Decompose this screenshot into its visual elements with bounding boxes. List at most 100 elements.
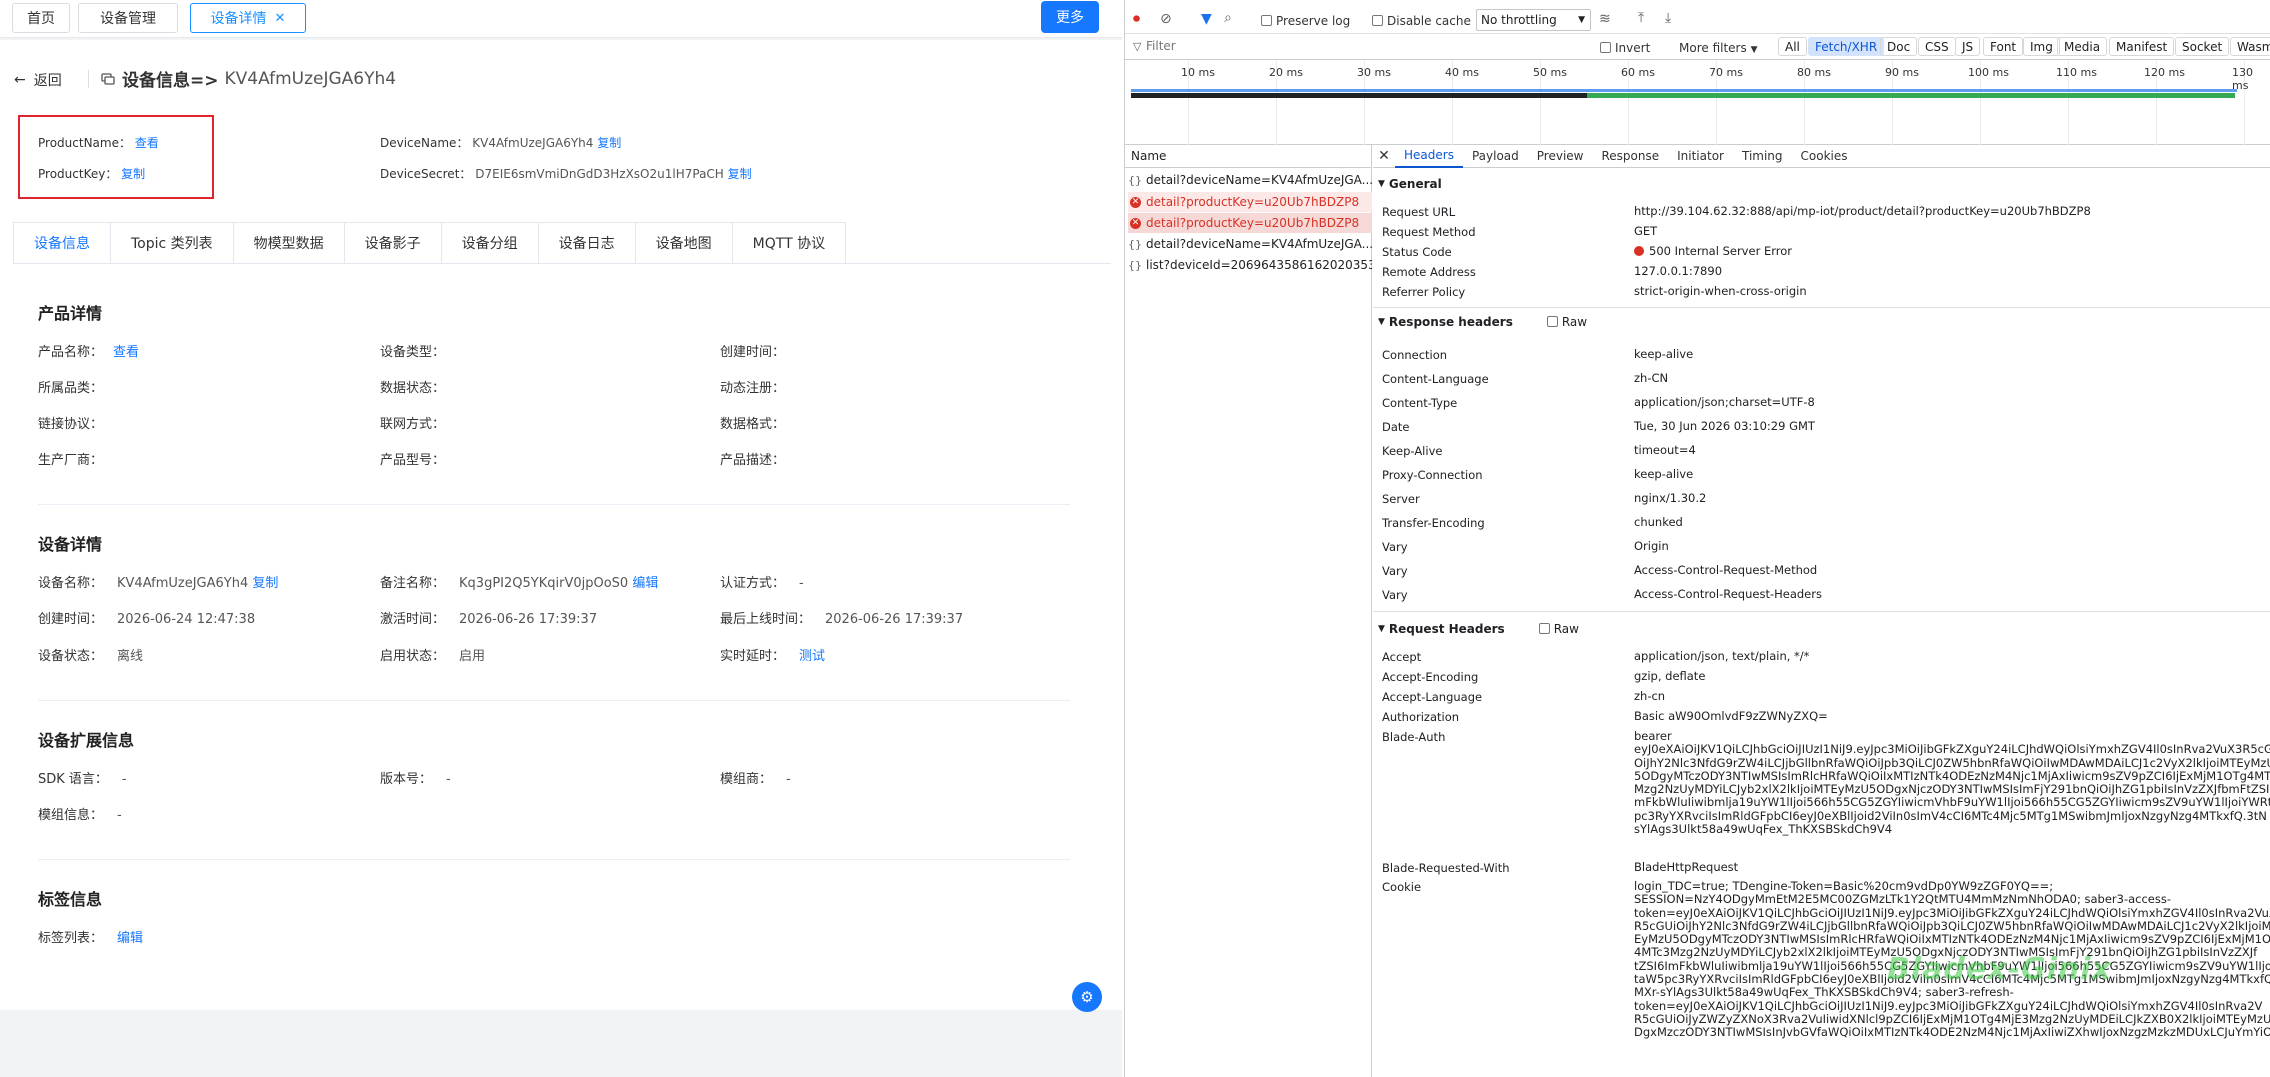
tag-device-management[interactable]: 设备管理	[78, 3, 178, 33]
wifi-settings-icon[interactable]: ≋	[1599, 11, 1611, 27]
status-code-value: 500 Internal Server Error	[1634, 244, 1792, 258]
checkbox[interactable]	[1372, 15, 1383, 26]
type-filter-socket[interactable]: Socket	[2175, 37, 2230, 56]
invert-checkbox[interactable]: Invert	[1600, 41, 1650, 55]
checkbox[interactable]	[1600, 42, 1611, 53]
alias-edit-link[interactable]: 编辑	[632, 576, 658, 591]
raw-checkbox[interactable]: Raw	[1546, 315, 1587, 329]
raw-checkbox[interactable]: Raw	[1538, 622, 1579, 636]
cookie-line: login_TDC=true; TDengine-Token=Basic%20c…	[1634, 879, 2054, 893]
tick-label: 110 ms	[2056, 66, 2097, 79]
device-name-copy-link[interactable]: 复制	[597, 136, 621, 150]
request-headers-toggle[interactable]: ▼ Request Headers Raw	[1378, 622, 1579, 636]
title-prefix: 设备信息=>	[122, 71, 219, 91]
download-icon[interactable]: ⤓	[1665, 10, 1671, 26]
header-value: application/json;charset=UTF-8	[1634, 395, 1815, 409]
tab-response[interactable]: Response	[1592, 144, 1668, 168]
general-section-toggle[interactable]: ▼ General	[1378, 177, 1442, 191]
tag-label: 设备详情	[210, 11, 267, 27]
more-button[interactable]: 更多	[1041, 1, 1099, 33]
field-module-info: 模组信息： -	[38, 804, 122, 823]
tab-cookies[interactable]: Cookies	[1792, 144, 1857, 168]
type-filter-all[interactable]: All	[1778, 37, 1807, 56]
field-value: 启用	[459, 649, 486, 664]
tick-label: 20 ms	[1269, 66, 1303, 79]
search-icon[interactable]: ⌕	[1224, 10, 1232, 26]
request-list	[1125, 168, 1372, 1077]
back-label: 返回	[33, 73, 62, 89]
name-column-header[interactable]: Name	[1125, 144, 1372, 168]
type-filter-wasm[interactable]: Wasm	[2230, 37, 2270, 56]
tab-device-shadow[interactable]: 设备影子	[344, 222, 442, 264]
product-view-link[interactable]: 查看	[113, 345, 139, 360]
tab-device-info[interactable]: 设备信息	[13, 222, 111, 264]
type-filter-img[interactable]: Img	[2023, 37, 2060, 56]
product-name-view-link[interactable]: 查看	[135, 136, 159, 150]
type-filter-fetch-xhr[interactable]: Fetch/XHR	[1808, 37, 1885, 56]
cookie-line: token=eyJ0eXAiOiJKV1QiLCJhbGciOiJIUzI1Ni…	[1634, 905, 2270, 920]
tab-timing[interactable]: Timing	[1733, 144, 1792, 168]
field-label: 创建时间：	[38, 612, 104, 627]
clear-icon[interactable]: ⊘	[1160, 11, 1172, 27]
type-filter-manifest[interactable]: Manifest	[2109, 37, 2175, 56]
throttling-select[interactable]: No throttling ▼	[1476, 9, 1591, 31]
close-icon[interactable]: ✕	[1373, 144, 1395, 168]
request-row[interactable]: {} list?deviceId=2069643586162020353	[1128, 255, 1372, 275]
record-icon[interactable]: ⏺	[1133, 11, 1140, 27]
field-product-desc: 产品描述：	[720, 453, 786, 468]
type-filter-css[interactable]: CSS	[1918, 37, 1956, 56]
product-key-row: ProductKey： 复制	[38, 165, 145, 182]
field-sdk-language: SDK 语言： -	[38, 768, 127, 787]
checkbox[interactable]	[1261, 15, 1272, 26]
device-name-copy-link[interactable]: 复制	[252, 576, 278, 591]
tab-topic-list[interactable]: Topic 类列表	[111, 222, 234, 264]
filter-icon[interactable]: ▼	[1201, 11, 1212, 27]
tab-payload[interactable]: Payload	[1463, 144, 1528, 168]
header-value: strict-origin-when-cross-origin	[1634, 284, 1807, 298]
response-headers-toggle[interactable]: ▼ Response headers Raw	[1378, 315, 1587, 329]
tab-device-group[interactable]: 设备分组	[441, 222, 539, 264]
field-label: 激活时间：	[380, 612, 446, 627]
type-filter-doc[interactable]: Doc	[1880, 37, 1918, 56]
request-row[interactable]: {} detail?deviceName=KV4AfmUzeJGA...	[1128, 170, 1372, 190]
tab-preview[interactable]: Preview	[1528, 144, 1593, 168]
disable-cache-checkbox[interactable]: Disable cache	[1372, 14, 1471, 28]
tab-device-log[interactable]: 设备日志	[538, 222, 636, 264]
tag-home[interactable]: 首页	[12, 3, 70, 33]
header-value: zh-cn	[1634, 689, 1666, 703]
settings-fab[interactable]: ⚙	[1072, 982, 1102, 1012]
tab-device-map[interactable]: 设备地图	[635, 222, 733, 264]
header-value: Access-Control-Request-Headers	[1634, 587, 1822, 601]
type-filter-js[interactable]: JS	[1955, 37, 1981, 56]
field-value: Kq3gPI2Q5YKqirV0jpOoS0	[459, 576, 629, 591]
request-row-selected[interactable]: ✕ detail?productKey=u20Ub7hBDZP8	[1128, 213, 1372, 233]
tab-initiator[interactable]: Initiator	[1668, 144, 1733, 168]
type-filter-media[interactable]: Media	[2057, 37, 2108, 56]
device-secret-copy-link[interactable]: 复制	[728, 167, 752, 181]
checkbox[interactable]	[1538, 623, 1550, 634]
tag-device-detail[interactable]: 设备详情 ✕	[190, 3, 306, 33]
field-label: 认证方式：	[720, 576, 786, 591]
header-key: Connection	[1382, 348, 1448, 362]
preserve-log-checkbox[interactable]: Preserve log	[1261, 14, 1350, 28]
type-filter-font[interactable]: Font	[1983, 37, 2024, 56]
field-data-format: 数据格式：	[720, 417, 786, 432]
product-key-copy-link[interactable]: 复制	[121, 167, 145, 181]
field-value: KV4AfmUzeJGA6Yh4	[117, 576, 249, 591]
close-icon[interactable]: ✕	[275, 11, 286, 26]
request-row[interactable]: ✕ detail?productKey=u20Ub7hBDZP8	[1128, 192, 1372, 212]
request-row[interactable]: {} detail?deviceName=KV4AfmUzeJGA...	[1128, 234, 1372, 254]
checkbox[interactable]	[1546, 316, 1558, 327]
back-button[interactable]: ← 返回	[14, 70, 62, 90]
tab-thing-model[interactable]: 物模型数据	[233, 222, 345, 264]
header-value: keep-alive	[1634, 467, 1694, 481]
tag-edit-link[interactable]: 编辑	[117, 931, 143, 946]
tab-headers[interactable]: Headers	[1395, 144, 1463, 168]
tick-label: 30 ms	[1357, 66, 1391, 79]
tab-mqtt[interactable]: MQTT 协议	[732, 222, 847, 264]
field-value: -	[799, 576, 804, 591]
token-line: OiJhY2Nlc3NfdG9rZW4iLCJjbGllbnRfaWQiOiJp…	[1634, 755, 2270, 770]
more-filters-dropdown[interactable]: More filters ▼	[1679, 41, 1757, 55]
latency-test-link[interactable]: 测试	[799, 649, 825, 664]
upload-icon[interactable]: ⤒	[1638, 10, 1644, 26]
